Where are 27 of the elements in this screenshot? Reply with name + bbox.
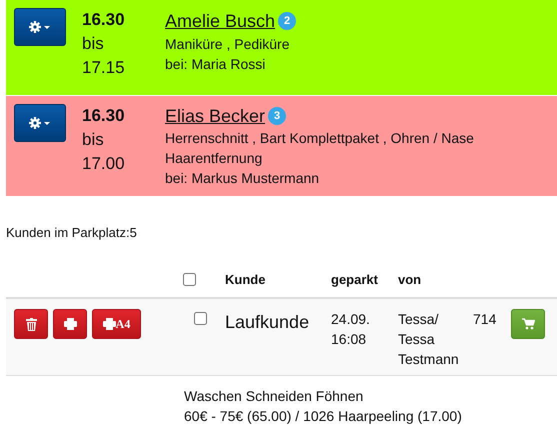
staff-text: bei: Markus Mustermann: [165, 169, 320, 188]
staff-name: Tessa: [398, 330, 436, 349]
column-header: von: [398, 272, 422, 286]
services-text: Maniküre , Pediküre: [165, 35, 291, 54]
service-detail: 60€ - 75€ (65.00) / 1026 Haarpeeling (17.00): [184, 407, 463, 426]
parking-summary: Kunden im Parkplatz:5: [6, 225, 138, 242]
customer-link[interactable]: Elias Becker: [165, 106, 266, 126]
column-header: geparkt: [331, 272, 378, 286]
customer-link[interactable]: Amelie Busch: [165, 11, 276, 31]
parked-time: 24.09.: [331, 310, 371, 329]
parked-time: 16:08: [331, 330, 368, 349]
time-separator: bis: [82, 129, 105, 151]
count-badge: 3: [268, 107, 286, 125]
count-badge: 2: [278, 12, 296, 30]
staff-name: Testmann: [398, 350, 460, 369]
end-time: 17.00: [82, 153, 126, 175]
time-separator: bis: [82, 33, 105, 55]
start-time: 16.30: [82, 9, 126, 31]
customer-name: Laufkunde: [225, 312, 310, 332]
column-header: Kunde: [225, 272, 266, 286]
ticket-number: 714: [473, 311, 496, 327]
print-a4-button[interactable]: A4: [92, 309, 141, 339]
service-detail: Waschen Schneiden Föhnen: [184, 387, 364, 406]
staff-text: bei: Maria Rossi: [165, 55, 266, 74]
end-time: 17.15: [82, 57, 126, 79]
start-time: 16.30: [82, 105, 126, 127]
staff-name: Tessa/: [398, 310, 440, 329]
